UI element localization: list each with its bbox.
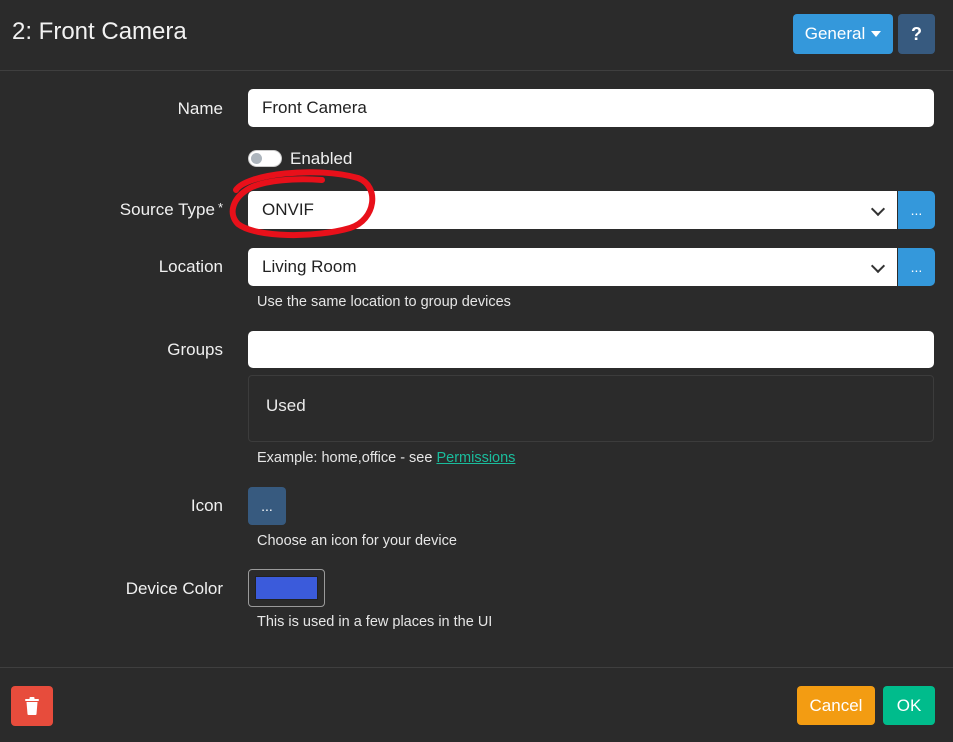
location-label: Location: [158, 257, 223, 276]
required-marker: *: [217, 200, 223, 215]
groups-help: Example: home,office - see Permissions: [257, 450, 515, 466]
groups-help-text: Example: home,office - see: [257, 450, 437, 466]
help-button[interactable]: ?: [898, 14, 935, 54]
dialog-title: 2: Front Camera: [12, 18, 187, 45]
source-type-select[interactable]: ONVIF: [248, 191, 897, 229]
source-type-label-text: Source Type: [119, 200, 215, 219]
location-more-button[interactable]: ...: [898, 248, 935, 286]
device-color-help: This is used in a few places in the UI: [257, 614, 493, 630]
location-value: Living Room: [262, 257, 357, 276]
enabled-toggle[interactable]: [248, 150, 282, 167]
device-color-picker[interactable]: [248, 569, 325, 607]
icon-help: Choose an icon for your device: [257, 533, 457, 549]
icon-label: Icon: [190, 496, 223, 515]
delete-button[interactable]: [11, 686, 53, 726]
groups-label: Groups: [167, 340, 223, 359]
chevron-down-icon: [870, 258, 886, 274]
enabled-label: Enabled: [290, 149, 353, 168]
toggle-knob: [251, 153, 262, 164]
general-dropdown-button[interactable]: General: [793, 14, 893, 54]
dialog-footer: Cancel OK: [0, 667, 953, 742]
name-label: Name: [177, 99, 223, 118]
name-input[interactable]: Front Camera: [248, 89, 934, 127]
caret-down-icon: [871, 31, 882, 37]
general-dropdown-label: General: [804, 24, 866, 43]
dialog-header: 2: Front Camera General ?: [0, 0, 953, 71]
permissions-link[interactable]: Permissions: [436, 450, 515, 466]
groups-used-title: Used: [266, 396, 306, 415]
choose-icon-button[interactable]: ...: [248, 487, 286, 525]
groups-used-panel: Used: [248, 375, 934, 442]
source-type-label: Source Type *: [120, 200, 223, 220]
source-type-value: ONVIF: [262, 200, 314, 219]
ok-button[interactable]: OK: [883, 686, 935, 725]
location-help: Use the same location to group devices: [257, 294, 511, 310]
chevron-down-icon: [870, 201, 886, 217]
cancel-button[interactable]: Cancel: [797, 686, 875, 725]
color-swatch: [255, 576, 318, 600]
location-select[interactable]: Living Room: [248, 248, 897, 286]
device-color-label: Device Color: [125, 579, 223, 598]
source-type-more-button[interactable]: ...: [898, 191, 935, 229]
groups-input[interactable]: [248, 331, 934, 368]
trash-icon: [25, 697, 39, 715]
